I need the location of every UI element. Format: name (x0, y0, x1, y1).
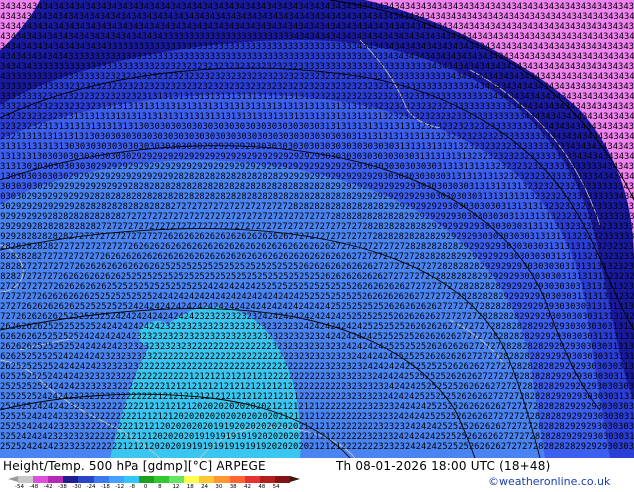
colorbar-swatch (259, 476, 275, 483)
number-row: 3232323232323231313131313131313131313131… (0, 112, 634, 122)
footer-bar: Height/Temp. 500 hPa [gdmp][°C] ARPEGE T… (0, 458, 634, 490)
number-row: 3434343333333333333333333333323232323232… (0, 62, 634, 72)
weather-map: 3434343434343434343434343434343434343434… (0, 0, 634, 458)
colorbar-ticks: -54 -48 -42 -38 -30 -24 -18 -12 -8 0 8 12 18 24 30 38 42… (15, 484, 290, 492)
number-row: 3029292929292928282828282828282827272727… (0, 202, 634, 212)
number-row: 2929292929282828282828282727272727272727… (0, 212, 634, 222)
colorbar-swatch (18, 476, 34, 483)
number-row: 2929282828282827272727272727272726262626… (0, 232, 634, 242)
number-row: 2525242424232323232222222121212020202019… (0, 432, 634, 442)
number-row: 3131313130303030303030303029292929292929… (0, 152, 634, 162)
colorbar-swatch (199, 476, 215, 483)
number-row: 3232313131313131313030303030303030303030… (0, 132, 634, 142)
number-row: 2625252525242424232323232222222222222121… (0, 372, 634, 382)
number-row: 3434343434343434343433333333333333333333… (0, 42, 634, 52)
colorbar-swatch (184, 476, 200, 483)
number-row: 3434343434343434343434343434343434343434… (0, 22, 634, 32)
number-row: 2929292828282828282727272727272727272727… (0, 222, 634, 232)
number-row: 3434343434343434343434343434343434343434… (0, 2, 634, 12)
colorbar (18, 476, 290, 483)
number-row: 3434343434343434343434343434343434343434… (0, 12, 634, 22)
colorbar-swatch (48, 476, 64, 483)
map-title: Height/Temp. 500 hPa [gdmp][°C] ARPEGE (3, 459, 266, 473)
colorbar-swatch (63, 476, 79, 483)
number-row: 2626262625252525242424242423232323232323… (0, 332, 634, 342)
colorbar-swatch (93, 476, 109, 483)
number-row: 3030302929292929292828282828282828282828… (0, 192, 634, 202)
number-row: 2727272726262626262525252525252424242424… (0, 292, 634, 302)
number-row: 3434343434343434343434343434343433333333… (0, 32, 634, 42)
number-row: 2727262626262525252525242424242424242423… (0, 312, 634, 322)
number-row: 2525252424242323232222222221212121202020… (0, 412, 634, 422)
number-row: 2525252524242423232323222222222121212121… (0, 392, 634, 402)
colorbar-swatch (214, 476, 230, 483)
valid-time: Th 08-01-2026 18:00 UTC (18+48) (336, 459, 551, 473)
map-canvas: 3434343434343434343434343434343434343434… (0, 0, 634, 458)
colorbar-swatch (169, 476, 185, 483)
colorbar-swatch (78, 476, 94, 483)
colorbar-swatch (108, 476, 124, 483)
colorbar-high-arrow (290, 476, 300, 482)
number-row: 2525242424232323222222222121212020202020… (0, 422, 634, 432)
colorbar-swatch (123, 476, 139, 483)
number-row: 3433333333333333333332323232323232323232… (0, 72, 634, 82)
colorbar-low-arrow (8, 476, 18, 482)
colorbar-swatch (33, 476, 49, 483)
number-row: 3232323231313131313131313130303030303030… (0, 122, 634, 132)
number-row: 2626262525252524242424232323232323232222… (0, 342, 634, 352)
colorbar-tick-label: 54 (272, 484, 280, 490)
number-row: 3131303030303030302929292929292929292929… (0, 162, 634, 172)
number-row: 3333333333333232323232323232323232323232… (0, 82, 634, 92)
colorbar-swatch (153, 476, 170, 483)
number-row: 2828282827272727272726262626262626262626… (0, 252, 634, 262)
number-row: 3131313131313030303030303030303030303029… (0, 142, 634, 152)
temperature-number-field: 3434343434343434343434343434343434343434… (0, 2, 634, 452)
number-row: 2525252424242323232222222221212121212020… (0, 402, 634, 412)
number-row: 2626252525252424242423232323232222222222… (0, 352, 634, 362)
number-row: 3030303029292929292929292828282828282828… (0, 182, 634, 192)
colorbar-swatch (229, 476, 245, 483)
number-row: 2828282828272727272727272626262626262626… (0, 242, 634, 252)
number-row: 2525242424232323222222212121202020191919… (0, 442, 634, 452)
number-row: 3332323232323232323131313131313131313131… (0, 102, 634, 112)
number-row: 2828272727272726262626262626262525252525… (0, 262, 634, 272)
colorbar-swatch (138, 476, 154, 483)
credit-link[interactable]: ©weatheronline.co.uk (488, 475, 610, 489)
number-row: 2625252525242424242323232322222222222222… (0, 362, 634, 372)
number-row: 2727272727262626262625252525252525252524… (0, 282, 634, 292)
number-row: 3130303030303029292929292929292929282828… (0, 172, 634, 182)
number-row: 3333333332323232323232323232313131313131… (0, 92, 634, 102)
number-row: 3434343434343433333333333333333333333333… (0, 52, 634, 62)
number-row: 2727262626262625252525252424242424242424… (0, 302, 634, 312)
colorbar-swatch (274, 476, 290, 483)
number-row: 2828272727272626262626262525252525252525… (0, 272, 634, 282)
number-row: 2525252524242423232323222222222121212121… (0, 382, 634, 392)
number-row: 2626262625252525252424242424242323232323… (0, 322, 634, 332)
colorbar-swatch (244, 476, 260, 483)
